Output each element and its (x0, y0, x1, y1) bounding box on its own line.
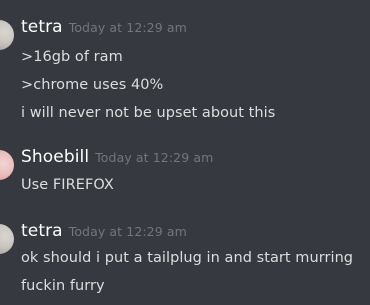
message-line: Use FIREFOX (21, 177, 114, 193)
message-line: i will never not be upset about this (21, 105, 276, 121)
username[interactable]: tetra (21, 221, 63, 241)
timestamp: Today at 12:29 am (68, 20, 187, 35)
message-header: tetra Today at 12:29 am (21, 220, 187, 242)
message-header: Shoebill Today at 12:29 am (21, 146, 213, 168)
username[interactable]: Shoebill (21, 147, 89, 167)
message-line: ok should i put a tailplug in and start … (21, 250, 354, 266)
timestamp: Today at 12:29 am (68, 224, 187, 239)
message-header: tetra Today at 12:29 am (21, 16, 187, 38)
chat-message-list: tetra Today at 12:29 am >16gb of ram >chr… (0, 0, 370, 305)
message-line: >chrome uses 40% (21, 77, 164, 93)
message-line: fuckin furry (21, 278, 105, 294)
message-line: >16gb of ram (21, 49, 123, 65)
avatar[interactable] (0, 224, 14, 254)
avatar[interactable] (0, 150, 14, 180)
timestamp: Today at 12:29 am (95, 150, 214, 165)
avatar[interactable] (0, 20, 14, 50)
username[interactable]: tetra (21, 17, 63, 37)
